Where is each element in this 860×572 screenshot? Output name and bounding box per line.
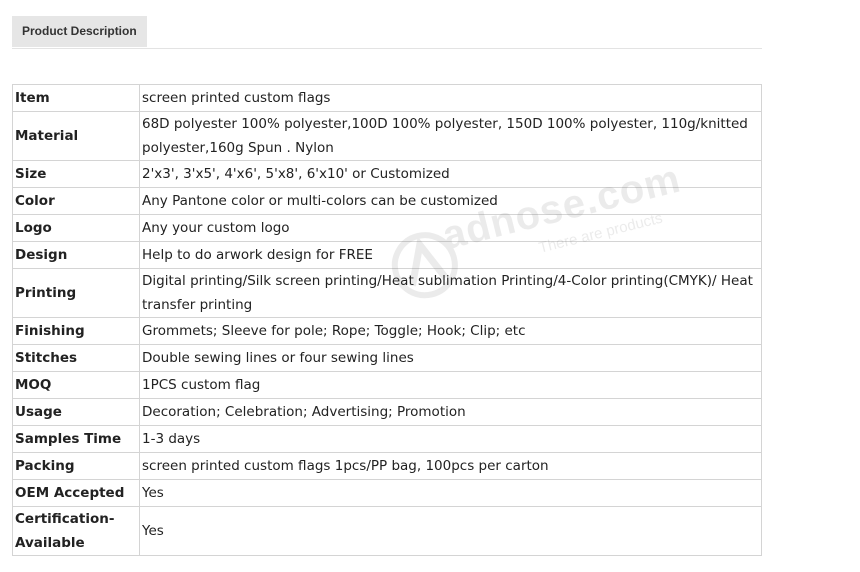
table-row: Stitches Double sewing lines or four sew… — [12, 344, 762, 372]
table-row: Printing Digital printing/Silk screen pr… — [12, 268, 762, 318]
spec-value: Yes — [139, 479, 762, 507]
spec-label: Packing — [12, 452, 140, 480]
table-row: Size 2'x3', 3'x5', 4'x6', 5'x8', 6'x10' … — [12, 160, 762, 188]
table-row: Item screen printed custom flags — [12, 84, 762, 112]
table-row: Packing screen printed custom flags 1pcs… — [12, 452, 762, 480]
spec-label: Usage — [12, 398, 140, 426]
spec-value: Decoration; Celebration; Advertising; Pr… — [139, 398, 762, 426]
spec-label: Samples Time — [12, 425, 140, 453]
table-row: Design Help to do arwork design for FREE — [12, 241, 762, 269]
table-row: Certification-Available Yes — [12, 506, 762, 556]
table-row: Color Any Pantone color or multi-colors … — [12, 187, 762, 215]
spec-label: Stitches — [12, 344, 140, 372]
spec-label: Logo — [12, 214, 140, 242]
spec-value: Grommets; Sleeve for pole; Rope; Toggle;… — [139, 317, 762, 345]
table-row: MOQ 1PCS custom flag — [12, 371, 762, 399]
tab-bar: Product Description — [12, 16, 762, 49]
spec-label: Item — [12, 84, 140, 112]
table-row: Usage Decoration; Celebration; Advertisi… — [12, 398, 762, 426]
spec-value: Digital printing/Silk screen printing/He… — [139, 268, 762, 318]
spec-value: screen printed custom flags — [139, 84, 762, 112]
spec-value: Any your custom logo — [139, 214, 762, 242]
table-row: Finishing Grommets; Sleeve for pole; Rop… — [12, 317, 762, 345]
table-row: Logo Any your custom logo — [12, 214, 762, 242]
product-spec-table: Item screen printed custom flags Materia… — [12, 84, 762, 556]
spec-label: OEM Accepted — [12, 479, 140, 507]
spec-value: Yes — [139, 506, 762, 556]
spec-label: Color — [12, 187, 140, 215]
spec-value: 68D polyester 100% polyester,100D 100% p… — [139, 111, 762, 161]
spec-value: screen printed custom flags 1pcs/PP bag,… — [139, 452, 762, 480]
spec-label: Design — [12, 241, 140, 269]
spec-label: Certification-Available — [12, 506, 140, 556]
spec-value: 1PCS custom flag — [139, 371, 762, 399]
spec-label: MOQ — [12, 371, 140, 399]
spec-label: Finishing — [12, 317, 140, 345]
table-row: OEM Accepted Yes — [12, 479, 762, 507]
spec-label: Size — [12, 160, 140, 188]
spec-value: Any Pantone color or multi-colors can be… — [139, 187, 762, 215]
tab-product-description[interactable]: Product Description — [12, 16, 147, 47]
spec-label: Printing — [12, 268, 140, 318]
table-row: Material 68D polyester 100% polyester,10… — [12, 111, 762, 161]
spec-value: Double sewing lines or four sewing lines — [139, 344, 762, 372]
spec-value: Help to do arwork design for FREE — [139, 241, 762, 269]
spec-value: 2'x3', 3'x5', 4'x6', 5'x8', 6'x10' or Cu… — [139, 160, 762, 188]
spec-label: Material — [12, 111, 140, 161]
table-row: Samples Time 1-3 days — [12, 425, 762, 453]
spec-value: 1-3 days — [139, 425, 762, 453]
